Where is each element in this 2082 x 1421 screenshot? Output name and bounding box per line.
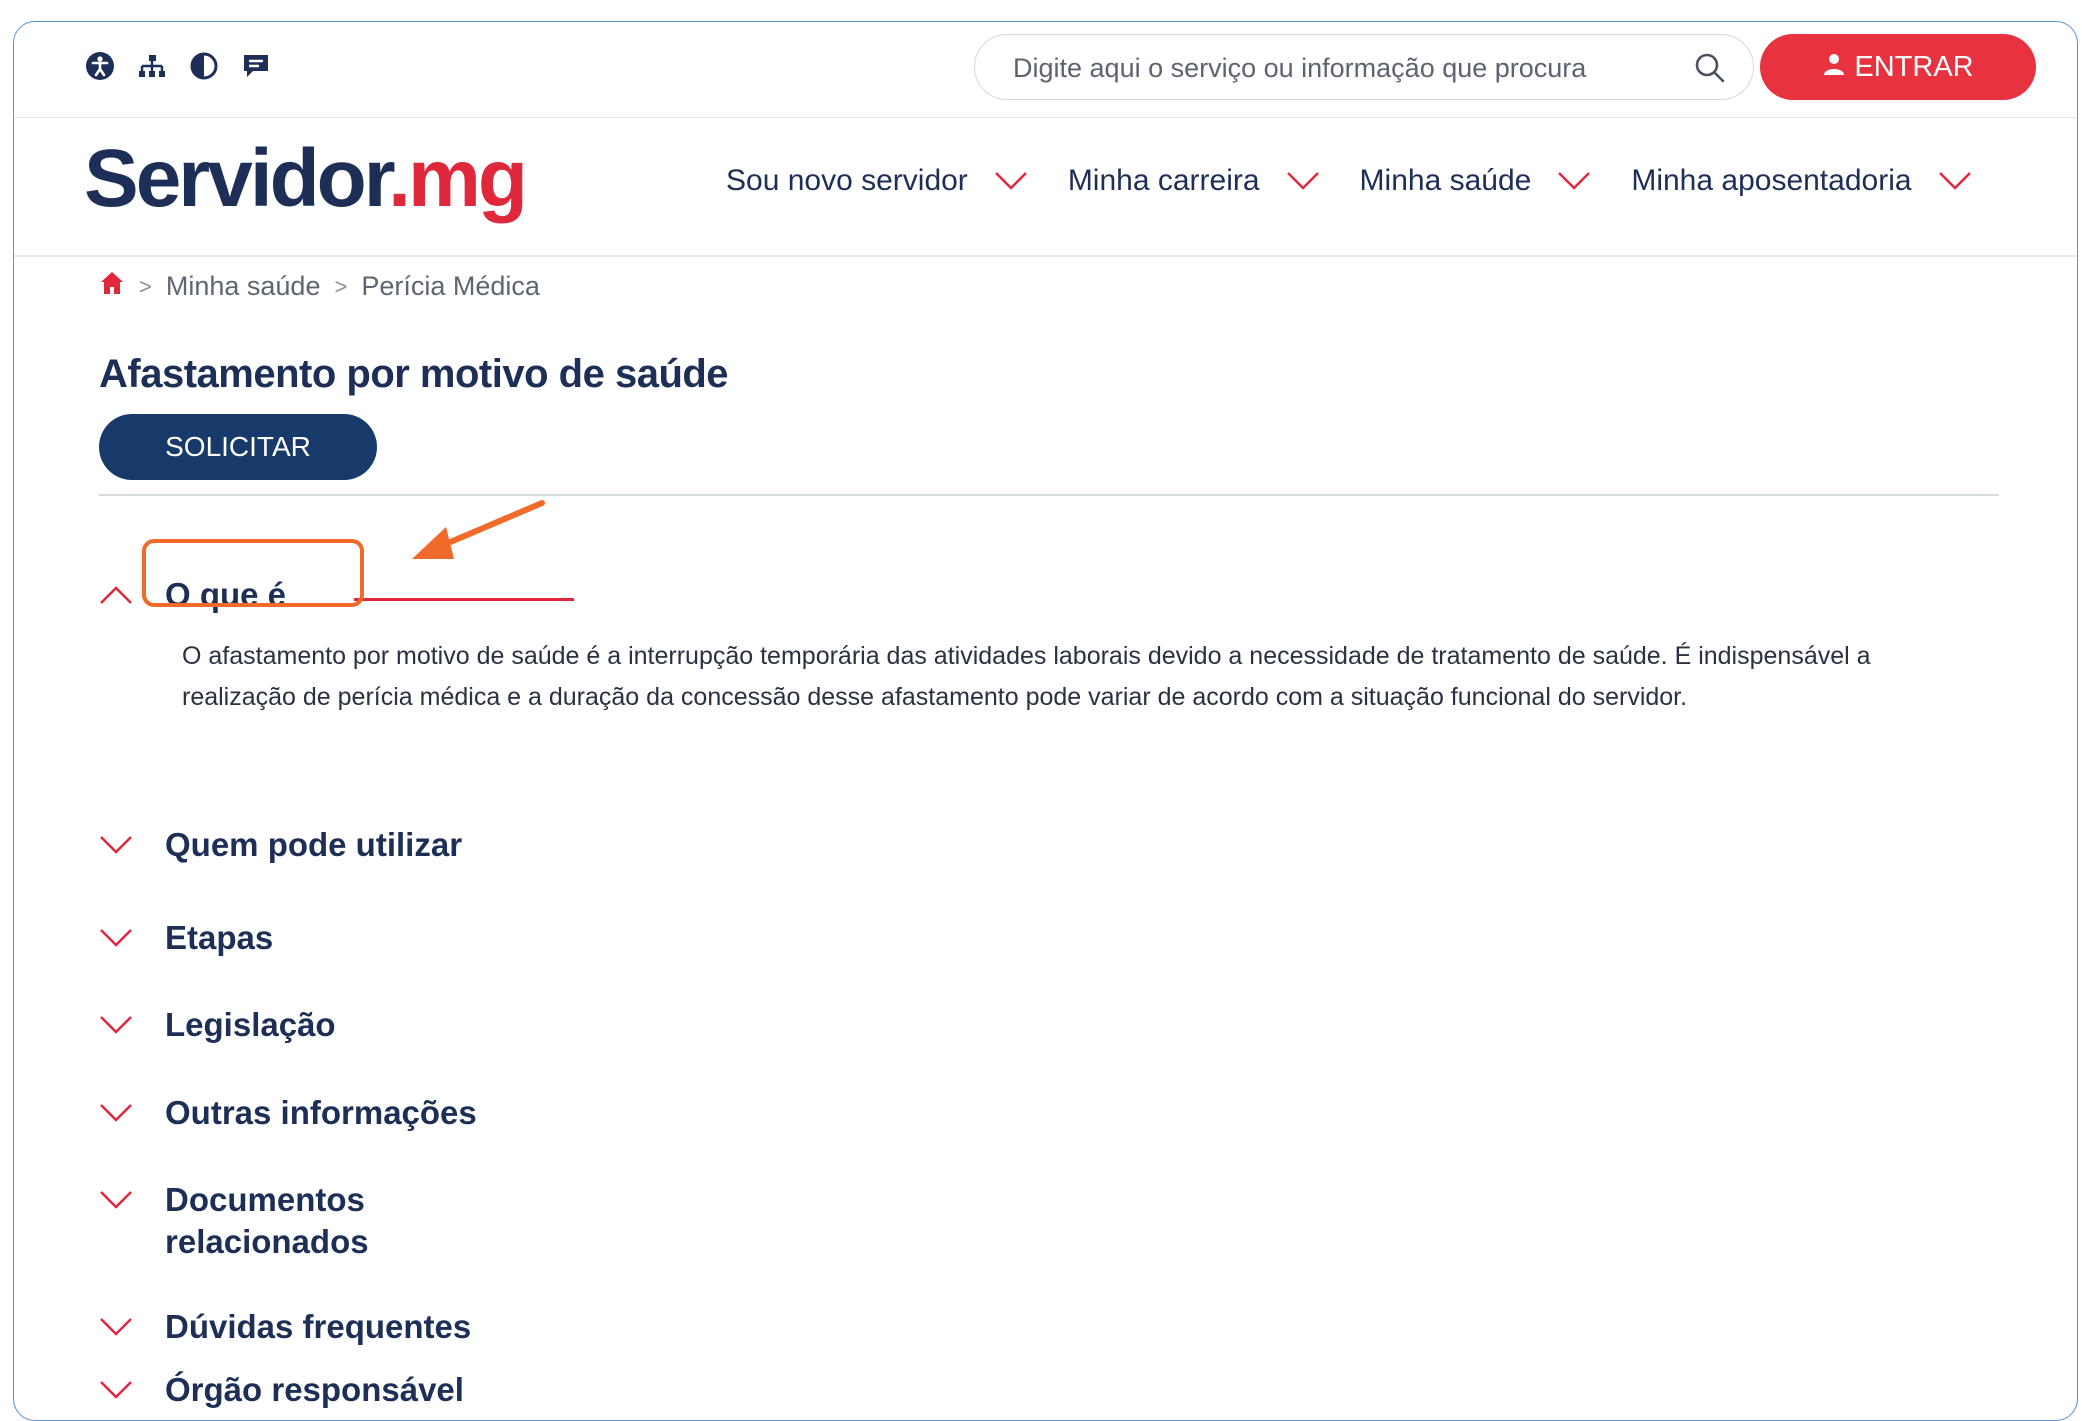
accordion-content: O afastamento por motivo de saúde é a in…: [182, 642, 1871, 711]
sitemap-icon[interactable]: [136, 50, 168, 82]
solicitar-button[interactable]: SOLICITAR: [99, 414, 377, 480]
feedback-icon[interactable]: [240, 50, 272, 82]
utility-bar: ENTRAR: [14, 22, 2077, 117]
login-label: ENTRAR: [1854, 50, 1974, 83]
breadcrumb-current: Perícia Médica: [361, 271, 540, 301]
accordion-item-orgao-responsavel[interactable]: Órgão responsável: [99, 1369, 464, 1411]
contrast-icon[interactable]: [188, 50, 220, 82]
logo-part-mg: .mg: [388, 133, 528, 224]
nav-item-label: Minha saúde: [1359, 164, 1532, 197]
nav-item-label: Minha carreira: [1067, 164, 1260, 197]
browser-frame: ENTRAR Servidor.mg Sou novo servidor Min…: [13, 21, 2078, 1421]
chevron-down-icon: [100, 929, 132, 947]
nav-item-minha-carreira[interactable]: Minha carreira: [1068, 164, 1320, 198]
chevron-up-icon: [100, 586, 132, 604]
accordion-label: Etapas: [165, 919, 274, 956]
site-header: Servidor.mg Sou novo servidor Minha carr…: [14, 117, 2077, 257]
accordion-label: Outras informações: [165, 1094, 477, 1131]
breadcrumb-link-minha-saude[interactable]: Minha saúde: [166, 271, 321, 302]
highlight-box: [142, 539, 364, 607]
home-icon[interactable]: [99, 270, 125, 303]
nav-item-label: Minha aposentadoria: [1631, 164, 1912, 197]
site-logo[interactable]: Servidor.mg: [84, 138, 528, 220]
chevron-down-icon: [994, 172, 1027, 190]
accordion-label: Dúvidas frequentes: [165, 1308, 472, 1345]
accordion-item-legislacao[interactable]: Legislação: [99, 1004, 336, 1046]
accessibility-tools: [84, 50, 272, 82]
chevron-down-icon: [100, 836, 132, 854]
accordion-label: Órgão responsável: [165, 1371, 464, 1408]
search-box: [974, 34, 1754, 100]
accordion-item-duvidas-frequentes[interactable]: Dúvidas frequentes: [99, 1306, 471, 1348]
nav-item-sou-novo-servidor[interactable]: Sou novo servidor: [726, 164, 1028, 198]
nav-item-label: Sou novo servidor: [726, 164, 968, 197]
search-input[interactable]: [1011, 47, 1675, 89]
breadcrumb-separator: >: [334, 273, 348, 299]
nav-item-minha-saude[interactable]: Minha saúde: [1360, 164, 1592, 198]
chevron-down-icon: [1286, 172, 1319, 190]
chevron-down-icon: [100, 1016, 132, 1034]
main-nav: Sou novo servidor Minha carreira Minha s…: [726, 164, 2012, 198]
accordion-item-quem-pode-utilizar[interactable]: Quem pode utilizar: [99, 824, 462, 866]
accordion-label: Documentos relacionados: [165, 1181, 369, 1260]
divider: [99, 494, 1999, 496]
accessibility-icon[interactable]: [84, 50, 116, 82]
chevron-down-icon: [100, 1191, 132, 1209]
annotation-arrow-icon: [412, 500, 545, 559]
user-icon: [1822, 51, 1846, 84]
accordion-item-documentos-relacionados[interactable]: Documentos relacionados: [99, 1179, 405, 1263]
active-underline: [354, 598, 574, 601]
logo-part-servidor: Servidor: [84, 133, 391, 224]
chevron-down-icon: [100, 1318, 132, 1336]
page-title: Afastamento por motivo de saúde: [99, 352, 729, 396]
accordion-item-outras-informacoes[interactable]: Outras informações: [99, 1092, 477, 1134]
nav-item-minha-aposentadoria[interactable]: Minha aposentadoria: [1631, 164, 1971, 198]
breadcrumb: > Minha saúde > Perícia Médica: [99, 270, 540, 303]
accordion-label: Legislação: [165, 1006, 336, 1043]
accordion-label: Quem pode utilizar: [165, 826, 463, 863]
chevron-down-icon: [100, 1104, 132, 1122]
accordion-item-etapas[interactable]: Etapas: [99, 917, 273, 959]
login-button[interactable]: ENTRAR: [1760, 34, 2036, 100]
chevron-down-icon: [1558, 172, 1591, 190]
search-icon[interactable]: [1693, 51, 1727, 85]
chevron-down-icon: [1938, 172, 1971, 190]
breadcrumb-separator: >: [139, 273, 152, 299]
chevron-down-icon: [100, 1381, 132, 1399]
